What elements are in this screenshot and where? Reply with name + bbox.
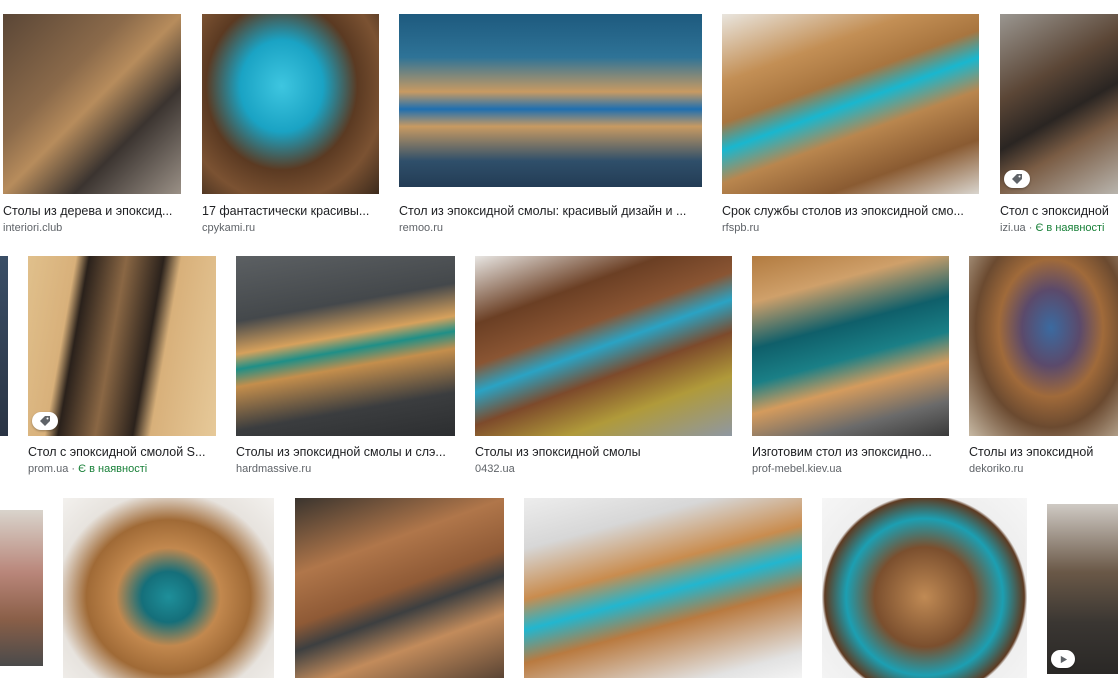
result-card-9[interactable]: Изготовим стол из эпоксидно... prof-mebe… — [752, 256, 949, 478]
result-card-7[interactable]: Столы из эпоксидной смолы и слэ... hardm… — [236, 256, 455, 478]
result-card-3[interactable]: Стол из эпоксидной смолы: красивый дизай… — [399, 14, 702, 234]
result-card-5[interactable]: Стол с эпоксидной izi.ua · Є в наявності — [1000, 14, 1118, 234]
result-thumbnail[interactable] — [236, 256, 455, 436]
result-title[interactable]: Стол с эпоксидной смолой S... — [28, 445, 216, 459]
result-source[interactable]: dekoriko.ru — [969, 463, 1118, 475]
result-title[interactable]: Изготовим стол из эпоксидно... — [752, 445, 949, 459]
result-card-14[interactable] — [524, 498, 802, 692]
play-icon — [1051, 650, 1075, 668]
result-title[interactable]: Стол с эпоксидной — [1000, 204, 1118, 218]
result-source-domain: rfspb.ru — [722, 222, 760, 234]
result-source-domain: prom.ua — [28, 463, 69, 475]
result-source-domain: cpykami.ru — [202, 222, 256, 234]
result-source-domain: interiori.club — [3, 222, 63, 234]
result-thumbnail[interactable] — [399, 14, 702, 187]
result-card-12[interactable] — [63, 498, 274, 692]
result-source[interactable]: remoo.ru — [399, 222, 702, 234]
tag-icon — [32, 412, 58, 430]
result-card-1[interactable]: Столы из дерева и эпоксид... interiori.c… — [3, 14, 181, 234]
result-source-domain: dekoriko.ru — [969, 463, 1024, 475]
result-title[interactable]: Стол из эпоксидной смолы: красивый дизай… — [399, 204, 702, 218]
result-source-domain: remoo.ru — [399, 222, 444, 234]
result-card-8[interactable]: Столы из эпоксидной смолы 0432.ua — [475, 256, 732, 478]
result-source[interactable]: prom.ua · Є в наявності — [28, 463, 216, 475]
result-thumbnail[interactable] — [1047, 504, 1118, 674]
result-card-4[interactable]: Срок службы столов из эпоксидной смо... … — [722, 14, 979, 234]
result-thumbnail[interactable] — [969, 256, 1118, 436]
result-source[interactable]: rfspb.ru — [722, 222, 979, 234]
result-source-domain: prof-mebel.kiev.ua — [752, 463, 842, 475]
result-title[interactable]: Срок службы столов из эпоксидной смо... — [722, 204, 979, 218]
result-thumbnail[interactable] — [722, 14, 979, 194]
result-thumbnail[interactable] — [3, 14, 181, 194]
result-thumbnail[interactable] — [475, 256, 732, 436]
result-title[interactable]: 17 фантастически красивы... — [202, 204, 379, 218]
result-thumbnail[interactable] — [752, 256, 949, 436]
result-card-10[interactable]: Столы из эпоксидной dekoriko.ru — [969, 256, 1118, 478]
result-source[interactable]: izi.ua · Є в наявності — [1000, 222, 1118, 234]
result-source-domain: 0432.ua — [475, 463, 515, 475]
result-source-domain: hardmassive.ru — [236, 463, 312, 475]
result-title[interactable]: Столы из эпоксидной — [969, 445, 1118, 459]
result-card-11[interactable] — [0, 510, 43, 692]
result-thumbnail[interactable] — [0, 510, 43, 666]
result-thumbnail[interactable] — [524, 498, 802, 678]
result-source[interactable]: prof-mebel.kiev.ua — [752, 463, 949, 475]
result-source[interactable]: hardmassive.ru — [236, 463, 455, 475]
result-source[interactable]: cpykami.ru — [202, 222, 379, 234]
result-card-2[interactable]: 17 фантастически красивы... cpykami.ru — [202, 14, 379, 234]
result-title[interactable]: Столы из эпоксидной смолы — [475, 445, 732, 459]
result-card-13[interactable] — [295, 498, 504, 692]
result-thumbnail[interactable] — [28, 256, 216, 436]
tag-icon — [1004, 170, 1030, 188]
result-thumbnail[interactable] — [202, 14, 379, 194]
result-card-16[interactable] — [1047, 504, 1118, 692]
result-card-15[interactable] — [822, 498, 1027, 692]
result-title[interactable]: Столы из дерева и эпоксид... — [3, 204, 181, 218]
result-source[interactable]: 0432.ua — [475, 463, 732, 475]
result-thumbnail[interactable] — [295, 498, 504, 678]
result-source[interactable]: interiori.club — [3, 222, 181, 234]
result-source-domain: izi.ua — [1000, 222, 1026, 234]
stock-status: Є в наявності — [1035, 222, 1105, 234]
result-card-6[interactable]: Стол с эпоксидной смолой S... prom.ua · … — [28, 256, 216, 478]
partial-card-left[interactable] — [0, 256, 8, 436]
result-thumbnail[interactable] — [822, 498, 1027, 678]
result-title[interactable]: Столы из эпоксидной смолы и слэ... — [236, 445, 455, 459]
stock-status: Є в наявності — [78, 463, 148, 475]
result-thumbnail[interactable] — [1000, 14, 1118, 194]
result-thumbnail[interactable] — [63, 498, 274, 678]
result-thumbnail[interactable] — [0, 256, 8, 436]
